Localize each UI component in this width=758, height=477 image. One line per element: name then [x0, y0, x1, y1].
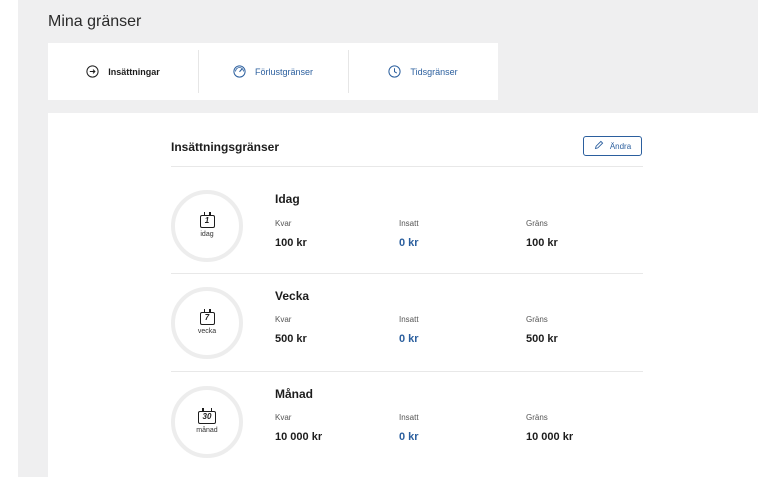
deposited-label: Insatt — [399, 315, 419, 324]
limit-column: Gräns 500 kr — [526, 315, 558, 345]
clock-icon — [388, 65, 402, 78]
ring-label: idag — [200, 230, 214, 238]
pencil-icon — [594, 140, 604, 152]
section-title: Insättningsgränser — [171, 140, 280, 154]
tab-label: Insättningar — [108, 66, 160, 77]
deposited-label: Insatt — [399, 219, 419, 228]
limits-card: Insättningsgränser Ändra 1 idag Idag Kva… — [48, 113, 758, 477]
ring-label: månad — [196, 426, 218, 434]
page-background: Mina gränser Insättningar Förlustgränser… — [18, 0, 758, 477]
deposited-label: Insatt — [399, 413, 419, 422]
arrow-circle-right-icon — [86, 65, 99, 78]
tab-label: Tidsgränser — [410, 66, 458, 77]
limit-row-week: 7 vecka Vecka Kvar 500 kr Insatt 0 kr Gr… — [171, 273, 643, 369]
tab-time-limits[interactable]: Tidsgränser — [348, 43, 498, 100]
limit-label: Gräns — [526, 219, 548, 228]
deposited-value: 0 kr — [399, 431, 419, 443]
remaining-label: Kvar — [275, 219, 292, 228]
period-title: Idag — [275, 192, 300, 206]
edit-button[interactable]: Ändra — [583, 136, 642, 156]
tab-bar: Insättningar Förlustgränser Tidsgränser — [48, 43, 498, 100]
tab-deposits[interactable]: Insättningar — [48, 43, 198, 100]
limit-row-month: 30 månad Månad Kvar 10 000 kr Insatt 0 k… — [171, 371, 643, 467]
remaining-column: Kvar 10 000 kr — [275, 413, 322, 443]
period-ring: 30 månad — [171, 386, 243, 458]
deposited-column: Insatt 0 kr — [399, 315, 419, 345]
period-title: Månad — [275, 387, 314, 401]
deposited-value: 0 kr — [399, 333, 419, 345]
ring-label: vecka — [197, 327, 217, 335]
page-title: Mina gränser — [48, 13, 142, 30]
limit-value: 500 kr — [526, 333, 558, 345]
period-ring: 1 idag — [171, 190, 243, 262]
deposited-column: Insatt 0 kr — [399, 413, 419, 443]
limit-value: 10 000 kr — [526, 431, 574, 443]
edit-button-label: Ändra — [609, 141, 632, 151]
gauge-icon — [233, 65, 246, 78]
deposited-column: Insatt 0 kr — [399, 219, 419, 249]
limit-column: Gräns 100 kr — [526, 219, 558, 249]
remaining-value: 10 000 kr — [275, 431, 323, 443]
limit-row-day: 1 idag Idag Kvar 100 kr Insatt 0 kr Grän… — [171, 175, 643, 271]
limit-label: Gräns — [526, 315, 548, 324]
calendar-icon: 1 — [199, 211, 215, 228]
remaining-label: Kvar — [275, 315, 292, 324]
calendar-icon: 30 — [198, 407, 216, 424]
period-ring: 7 vecka — [171, 287, 243, 359]
remaining-column: Kvar 500 kr — [275, 315, 307, 345]
limit-value: 100 kr — [526, 237, 558, 249]
remaining-label: Kvar — [275, 413, 292, 422]
limit-column: Gräns 10 000 kr — [526, 413, 573, 443]
divider — [171, 166, 643, 167]
tab-label: Förlustgränser — [254, 66, 314, 77]
remaining-value: 500 kr — [275, 333, 307, 345]
remaining-value: 100 kr — [275, 237, 307, 249]
deposited-value: 0 kr — [399, 237, 419, 249]
tab-loss-limits[interactable]: Förlustgränser — [198, 43, 348, 100]
remaining-column: Kvar 100 kr — [275, 219, 307, 249]
calendar-icon: 7 — [199, 308, 215, 325]
limit-label: Gräns — [526, 413, 548, 422]
period-title: Vecka — [275, 289, 310, 303]
